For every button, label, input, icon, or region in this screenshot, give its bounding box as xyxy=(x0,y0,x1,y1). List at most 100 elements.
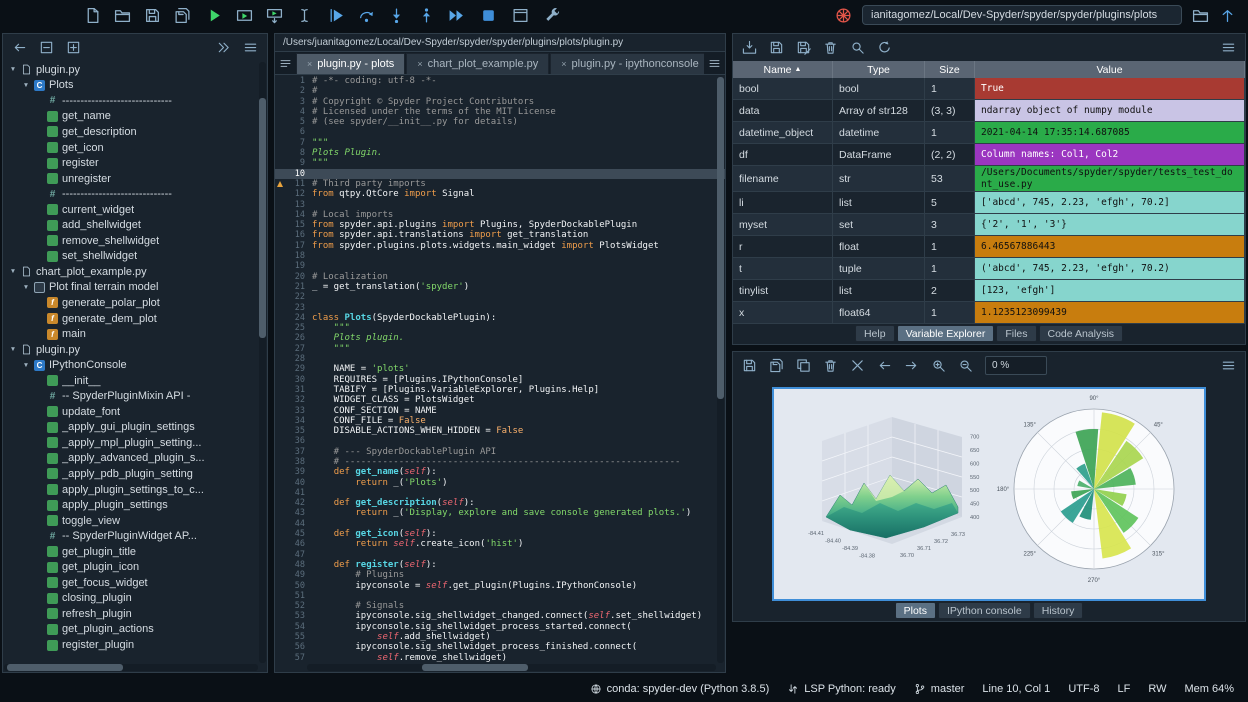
close-icon[interactable]: × xyxy=(417,59,422,69)
save-plot-icon[interactable] xyxy=(742,358,757,373)
code-line[interactable]: 46 return self.create_icon('hist') xyxy=(275,539,725,549)
variable-row[interactable]: dfDataFrame(2, 2)Column names: Col1, Col… xyxy=(733,144,1245,166)
column-header-value[interactable]: Value xyxy=(975,61,1245,78)
outline-item[interactable]: get_plugin_actions xyxy=(3,622,267,638)
next-plot-icon[interactable] xyxy=(904,358,919,373)
figure-canvas[interactable]: 400450500550600650700-84.41-84.40-84.39-… xyxy=(772,387,1206,601)
step-into-icon[interactable] xyxy=(388,7,405,24)
variable-row[interactable]: mysetset3{'2', '1', '3'} xyxy=(733,214,1245,236)
tab-code-analysis[interactable]: Code Analysis xyxy=(1039,325,1124,342)
column-header-size[interactable]: Size xyxy=(925,61,975,78)
expand-all-icon[interactable] xyxy=(66,40,81,55)
outline-item[interactable]: _apply_pdb_plugin_setting xyxy=(3,466,267,482)
code-line[interactable]: 12from qtpy.QtCore import Signal xyxy=(275,189,725,199)
outline-item[interactable]: fgenerate_dem_plot xyxy=(3,311,267,327)
code-line[interactable]: 31 TABIFY = [Plugins.VariableExplorer, P… xyxy=(275,385,725,395)
code-line[interactable]: 2# xyxy=(275,86,725,96)
maximize-pane-icon[interactable] xyxy=(512,7,529,24)
code-line[interactable]: 29 NAME = 'plots' xyxy=(275,364,725,374)
status-master[interactable]: master xyxy=(914,683,965,695)
code-line[interactable]: 53 ipyconsole.sig_shellwidget_changed.co… xyxy=(275,611,725,621)
code-line[interactable]: 22 xyxy=(275,292,725,302)
outline-vertical-scrollbar[interactable] xyxy=(259,62,266,663)
save-icon[interactable] xyxy=(144,7,161,24)
code-line[interactable]: 24class Plots(SpyderDockablePlugin): xyxy=(275,313,725,323)
code-line[interactable]: 21_ = get_translation('spyder') xyxy=(275,282,725,292)
refresh-icon[interactable] xyxy=(877,40,892,55)
code-line[interactable]: 8Plots Plugin. xyxy=(275,148,725,158)
outline-item[interactable]: ▼plugin.py xyxy=(3,342,267,358)
code-line[interactable]: 28 xyxy=(275,354,725,364)
parent-directory-icon[interactable] xyxy=(1219,7,1236,24)
close-icon[interactable]: × xyxy=(561,59,566,69)
outline-item[interactable]: ▼CPlots xyxy=(3,78,267,94)
outline-item[interactable]: get_plugin_icon xyxy=(3,560,267,576)
outline-item[interactable]: _apply_gui_plugin_settings xyxy=(3,420,267,436)
outline-item[interactable]: refresh_plugin xyxy=(3,606,267,622)
remove-all-plots-icon[interactable] xyxy=(850,358,865,373)
run-icon[interactable] xyxy=(206,7,223,24)
variable-row[interactable]: datetime_objectdatetime12021-04-14 17:35… xyxy=(733,122,1245,144)
outline-horizontal-scrollbar[interactable] xyxy=(4,664,258,671)
code-line[interactable]: 26 Plots plugin. xyxy=(275,333,725,343)
outline-item[interactable]: register xyxy=(3,155,267,171)
variable-row[interactable]: lilist5['abcd', 745, 2.23, 'efgh', 70.2] xyxy=(733,192,1245,214)
outline-item[interactable]: _apply_advanced_plugin_s... xyxy=(3,451,267,467)
tools-icon[interactable] xyxy=(544,7,561,24)
variable-row[interactable]: tinylistlist2[123, 'efgh'] xyxy=(733,280,1245,302)
remove-variable-icon[interactable] xyxy=(823,40,838,55)
outline-item[interactable]: closing_plugin xyxy=(3,591,267,607)
code-line[interactable]: 23 xyxy=(275,303,725,313)
remove-plot-icon[interactable] xyxy=(823,358,838,373)
status-rw[interactable]: RW xyxy=(1148,683,1166,695)
copy-plot-icon[interactable] xyxy=(796,358,811,373)
run-cell-icon[interactable] xyxy=(236,7,253,24)
code-line[interactable]: 50 ipyconsole = self.get_plugin(Plugins.… xyxy=(275,581,725,591)
outline-item[interactable]: _apply_mpl_plugin_setting... xyxy=(3,435,267,451)
outline-item[interactable]: get_description xyxy=(3,124,267,140)
status-line-10-col-1[interactable]: Line 10, Col 1 xyxy=(982,683,1050,695)
outline-item[interactable]: set_shellwidget xyxy=(3,249,267,265)
code-line[interactable]: 13 xyxy=(275,200,725,210)
step-out-icon[interactable] xyxy=(418,7,435,24)
code-line[interactable]: 27 """ xyxy=(275,344,725,354)
zoom-in-icon[interactable] xyxy=(931,358,946,373)
outline-item[interactable]: ▼Plot final terrain model xyxy=(3,280,267,296)
browse-directory-icon[interactable] xyxy=(1192,7,1209,24)
run-cell-advance-icon[interactable] xyxy=(266,7,283,24)
working-directory-input[interactable] xyxy=(862,5,1182,25)
variable-row[interactable]: dataArray of str128(3, 3)ndarray object … xyxy=(733,100,1245,122)
outline-item[interactable]: #-- SpyderPluginMixin API - xyxy=(3,388,267,404)
outline-item[interactable]: register_plugin xyxy=(3,637,267,653)
variable-value[interactable]: True xyxy=(975,78,1245,100)
tab-variable-explorer[interactable]: Variable Explorer xyxy=(897,325,995,342)
variable-value[interactable]: [123, 'efgh'] xyxy=(975,280,1245,302)
status-utf-8[interactable]: UTF-8 xyxy=(1068,683,1099,695)
outline-item[interactable]: #------------------------------ xyxy=(3,186,267,202)
code-line[interactable]: 18 xyxy=(275,251,725,261)
code-line[interactable]: 40 return _('Plots') xyxy=(275,478,725,488)
code-line[interactable]: 19 xyxy=(275,261,725,271)
variable-value[interactable]: Column names: Col1, Col2 xyxy=(975,144,1245,166)
outline-item[interactable]: update_font xyxy=(3,404,267,420)
code-line[interactable]: 56 ipyconsole.sig_shellwidget_process_fi… xyxy=(275,642,725,652)
code-line[interactable]: 44 xyxy=(275,519,725,529)
outline-item[interactable]: __init__ xyxy=(3,373,267,389)
plots-menu-icon[interactable] xyxy=(1221,358,1236,373)
variable-explorer-menu-icon[interactable] xyxy=(1221,40,1236,55)
code-line[interactable]: 10 xyxy=(275,169,725,179)
code-line[interactable]: 17from spyder.plugins.plots.widgets.main… xyxy=(275,241,725,251)
scrollbar-thumb[interactable] xyxy=(259,98,266,338)
code-line[interactable]: 14# Local imports xyxy=(275,210,725,220)
collapse-all-icon[interactable] xyxy=(39,40,54,55)
code-line[interactable]: 16from spyder.api.translations import ge… xyxy=(275,230,725,240)
code-line[interactable]: 35 DISABLE_ACTIONS_WHEN_HIDDEN = False xyxy=(275,426,725,436)
code-line[interactable]: 4# Licensed under the terms of the MIT L… xyxy=(275,107,725,117)
close-icon[interactable]: × xyxy=(307,59,312,69)
step-over-icon[interactable] xyxy=(358,7,375,24)
status-conda-spyder-dev-python-3-8-5[interactable]: conda: spyder-dev (Python 3.8.5) xyxy=(590,683,770,695)
code-line[interactable]: 30 REQUIRES = [Plugins.IPythonConsole] xyxy=(275,375,725,385)
menu-icon[interactable] xyxy=(243,40,258,55)
outline-item[interactable]: unregister xyxy=(3,171,267,187)
code-line[interactable]: 45 def get_icon(self): xyxy=(275,529,725,539)
